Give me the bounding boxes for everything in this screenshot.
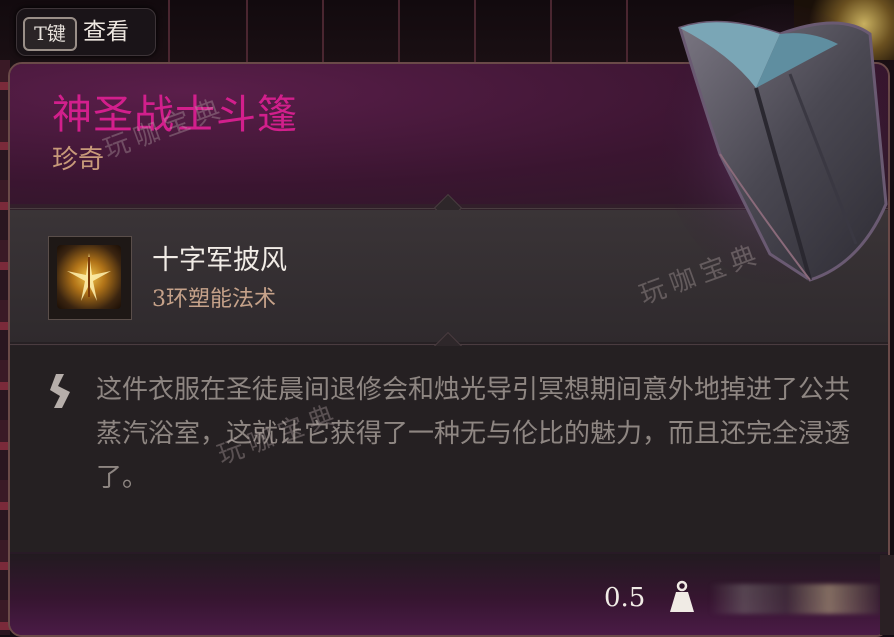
examine-label: 查看 (83, 19, 129, 45)
spell-level: 3环塑能法术 (152, 287, 276, 312)
description-section: 这件衣服在圣徒晨间退修会和烛光导引冥想期间意外地掉进了公共蒸汽浴室，这就让它获得… (10, 346, 888, 552)
obscured-price (710, 584, 880, 614)
inventory-slot (168, 0, 170, 62)
inventory-slot (474, 0, 476, 62)
inventory-slot (398, 0, 400, 62)
inventory-slot (246, 0, 248, 62)
frame-edge (880, 555, 894, 635)
quote-icon (50, 374, 70, 408)
examine-key-hint[interactable]: T键 查看 (16, 8, 156, 56)
inventory-slot (322, 0, 324, 62)
cloak-icon (662, 4, 894, 284)
item-description: 这件衣服在圣徒晨间退修会和烛光导引冥想期间意外地掉进了公共蒸汽浴室，这就让它获得… (96, 375, 851, 493)
item-rarity: 珍奇 (52, 145, 105, 175)
inventory-slot (626, 0, 628, 62)
item-weight: 0.5 (604, 583, 646, 613)
t-key-cap: T键 (23, 17, 77, 51)
spell-name: 十字军披风 (152, 245, 287, 276)
crusaders-mantle-icon[interactable] (48, 236, 132, 320)
inventory-slot (550, 0, 552, 62)
tooltip-footer: 0.5 (10, 554, 888, 635)
weight-icon (670, 580, 694, 612)
sword-glyph-icon (67, 253, 111, 301)
